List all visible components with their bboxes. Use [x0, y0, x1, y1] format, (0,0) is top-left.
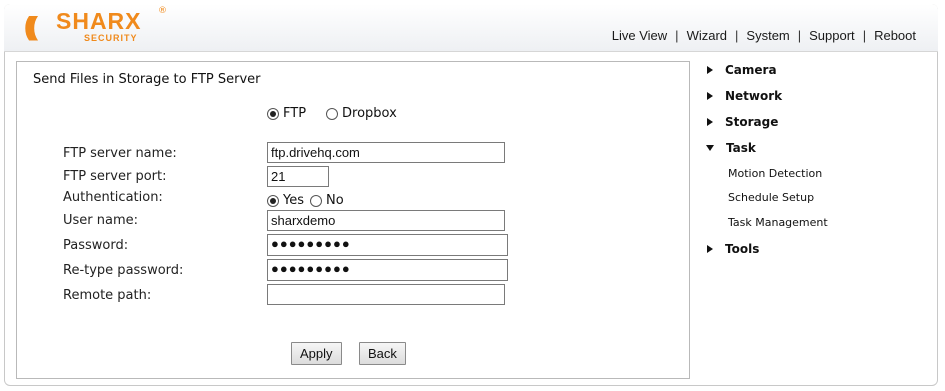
- collapsed-arrow-icon: [707, 66, 713, 74]
- nav-support[interactable]: Support: [809, 28, 855, 43]
- back-button[interactable]: Back: [359, 342, 406, 365]
- auth-yes-radio[interactable]: [267, 194, 279, 207]
- apply-button[interactable]: Apply: [291, 342, 342, 365]
- collapsed-arrow-icon: [707, 118, 713, 126]
- logo-word: SHARX: [56, 8, 142, 34]
- nav-separator: |: [862, 28, 867, 43]
- auth-yes-label: Yes: [283, 193, 304, 208]
- password-label: Password:: [63, 238, 129, 253]
- panel-title: Send Files in Storage to FTP Server: [33, 72, 261, 87]
- logo-registered-mark: ®: [158, 6, 167, 16]
- ftp-radio[interactable]: [267, 107, 279, 120]
- server-name-input[interactable]: ftp.drivehq.com: [267, 142, 505, 163]
- server-name-label: FTP server name:: [63, 146, 177, 161]
- nav-separator: |: [797, 28, 802, 43]
- retype-password-input[interactable]: ●●●●●●●●●: [267, 259, 508, 281]
- collapsed-arrow-icon: [707, 92, 713, 100]
- sidebar-subitem-schedule-setup[interactable]: Schedule Setup: [728, 191, 814, 204]
- nav-separator: |: [735, 28, 739, 43]
- remote-path-label: Remote path:: [63, 288, 152, 303]
- nav-separator: |: [675, 28, 679, 43]
- sidebar-item-network[interactable]: Network: [706, 89, 782, 103]
- logo-swoosh-icon: (((: [24, 11, 38, 41]
- logo-subtitle: SECURITY: [84, 33, 138, 43]
- authentication-label: Authentication:: [63, 190, 163, 205]
- protocol-ftp-option[interactable]: FTP: [267, 106, 306, 121]
- sidebar-item-label: Network: [725, 89, 783, 103]
- sidebar-subitem-motion-detection[interactable]: Motion Detection: [728, 167, 822, 180]
- nav-system[interactable]: System: [746, 28, 789, 43]
- dropbox-radio[interactable]: [326, 107, 339, 120]
- nav-reboot[interactable]: Reboot: [874, 28, 916, 43]
- sidebar-item-camera[interactable]: Camera: [706, 63, 777, 77]
- dropbox-radio-label: Dropbox: [342, 106, 397, 121]
- auth-no-radio[interactable]: [310, 194, 322, 207]
- retype-password-label: Re-type password:: [63, 263, 184, 278]
- nav-wizard[interactable]: Wizard: [687, 28, 727, 43]
- expanded-arrow-icon: [706, 145, 714, 151]
- ftp-settings-panel: Send Files in Storage to FTP Server FTP …: [16, 61, 690, 379]
- sidebar-item-label: Tools: [725, 242, 760, 256]
- protocol-dropbox-option[interactable]: Dropbox: [326, 106, 397, 121]
- protocol-selector: FTP Dropbox: [267, 106, 417, 121]
- sidebar-item-storage[interactable]: Storage: [706, 115, 778, 129]
- sidebar-item-tools[interactable]: Tools: [706, 242, 759, 256]
- collapsed-arrow-icon: [707, 245, 713, 253]
- server-port-input[interactable]: 21: [267, 166, 329, 187]
- user-name-input[interactable]: sharxdemo: [267, 210, 505, 231]
- sharx-logo: ((( SHARX ® SECURITY: [24, 6, 174, 48]
- top-navigation: Live View | Wizard | System | Support | …: [612, 28, 916, 43]
- password-input[interactable]: ●●●●●●●●●: [267, 234, 508, 256]
- nav-live-view[interactable]: Live View: [612, 28, 667, 43]
- user-name-label: User name:: [63, 213, 139, 228]
- sidebar-subitem-task-management[interactable]: Task Management: [728, 216, 828, 229]
- auth-no-label: No: [326, 193, 344, 208]
- sidebar-item-label: Task: [726, 141, 756, 155]
- server-port-label: FTP server port:: [63, 169, 167, 184]
- sidebar-item-label: Storage: [725, 115, 779, 129]
- sidebar-item-task[interactable]: Task: [706, 141, 756, 155]
- ftp-radio-label: FTP: [283, 106, 307, 121]
- sidebar-item-label: Camera: [725, 63, 777, 77]
- remote-path-input[interactable]: [267, 284, 505, 305]
- header: ((( SHARX ® SECURITY Live View | Wizard …: [4, 4, 938, 52]
- authentication-selector: Yes No: [267, 193, 344, 208]
